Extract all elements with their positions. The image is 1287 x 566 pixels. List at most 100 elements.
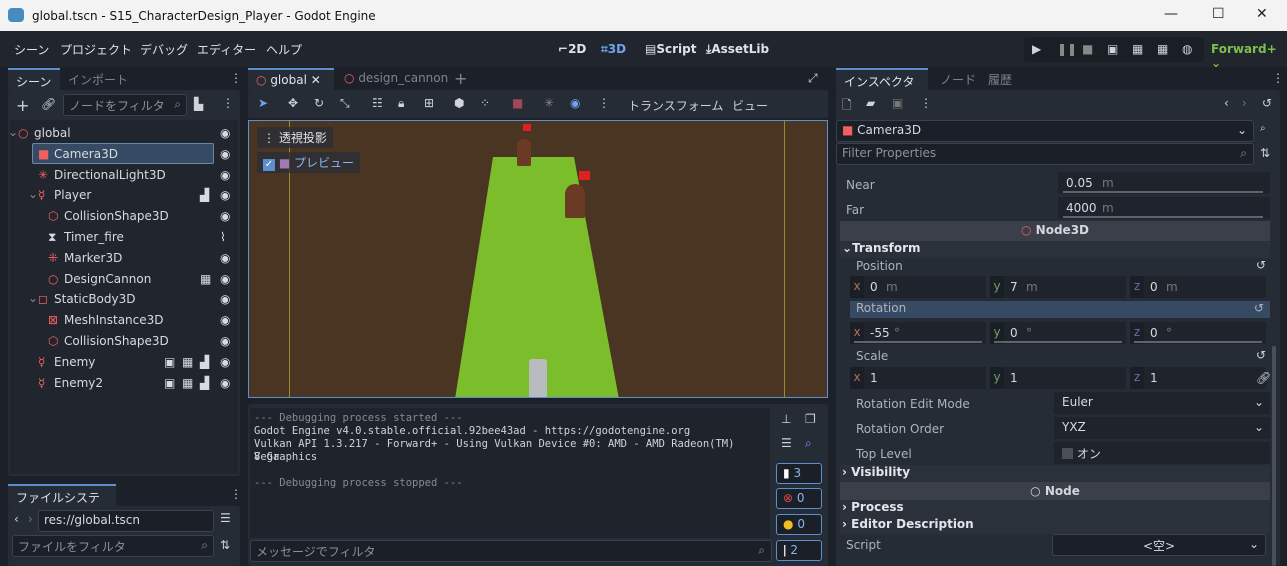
view-menu[interactable]: ビュー bbox=[732, 97, 768, 114]
property-tools-icon[interactable]: ⇅ bbox=[1260, 146, 1270, 160]
visibility-eye-icon[interactable]: ◉ bbox=[220, 355, 230, 369]
path-input[interactable]: res://global.tscn bbox=[38, 510, 214, 532]
close-button[interactable]: ✕ bbox=[1256, 6, 1268, 22]
far-slider[interactable] bbox=[1063, 216, 1263, 218]
rotation-y-slider[interactable] bbox=[994, 341, 1122, 343]
search-icon[interactable]: ⌕ bbox=[805, 436, 812, 451]
lock-icon[interactable]: 🔒︎ bbox=[398, 96, 404, 111]
process-section[interactable]: › Process bbox=[840, 500, 1270, 517]
reset-icon[interactable]: ↺ bbox=[1254, 301, 1264, 315]
mode-assetlib-button[interactable]: ⤓AssetLib bbox=[706, 42, 769, 57]
tree-item[interactable]: ⌄ ☿ Player ▟ ◉ bbox=[10, 185, 238, 206]
signal-icon[interactable]: ⌇ bbox=[220, 230, 226, 244]
scene-icon[interactable]: ▦ bbox=[182, 376, 193, 390]
stop-icon[interactable]: ■ bbox=[1082, 42, 1093, 56]
more-icon[interactable]: ⋮ bbox=[920, 96, 932, 110]
scene-icon[interactable]: ▦ bbox=[200, 272, 211, 286]
visibility-eye-icon[interactable]: ◉ bbox=[220, 209, 230, 223]
play-scene-icon[interactable]: ▦ bbox=[1132, 42, 1143, 56]
rotation-y-field[interactable]: y 0 ° bbox=[990, 322, 1126, 344]
visibility-eye-icon[interactable]: ◉ bbox=[220, 292, 230, 306]
new-resource-icon[interactable]: 🗋︎ bbox=[842, 96, 852, 117]
scene-icon[interactable]: ▦ bbox=[182, 355, 193, 369]
tree-item[interactable]: ⊠ MeshInstance3D ◉ bbox=[10, 310, 238, 331]
remote-debug-icon[interactable]: ▣ bbox=[1107, 42, 1118, 56]
transform-section[interactable]: ⌄Transform bbox=[840, 241, 1270, 258]
menu-scene[interactable]: シーン bbox=[14, 41, 49, 58]
dock-menu-icon[interactable]: ⋮ bbox=[230, 71, 242, 85]
position-z-field[interactable]: z0m bbox=[1130, 276, 1266, 298]
tab-filesystem[interactable]: ファイルシステム bbox=[8, 484, 116, 522]
tree-item[interactable]: ⌄ ◻ StaticBody3D ◉ bbox=[10, 289, 238, 310]
movie-maker-icon[interactable]: ◍ bbox=[1182, 42, 1192, 56]
scale-tool-icon[interactable]: ⤡ bbox=[340, 96, 350, 111]
camera-preview-icon[interactable]: ■ bbox=[512, 96, 523, 110]
position-y-field[interactable]: y7m bbox=[990, 276, 1126, 298]
tree-item[interactable]: ■ Camera3D ◉ bbox=[10, 142, 238, 165]
viewport-3d[interactable]: ⋮ 透視投影 ✓ ■ プレビュー bbox=[248, 120, 828, 398]
minimize-button[interactable]: — bbox=[1164, 6, 1178, 22]
node-selector[interactable]: ■ Camera3D ⌄ bbox=[836, 120, 1254, 142]
tree-item[interactable]: ⁜ Marker3D ◉ bbox=[10, 248, 238, 269]
move-tool-icon[interactable]: ✥ bbox=[288, 96, 298, 110]
file-filter-input[interactable]: ファイルをフィルタ ⌕ bbox=[12, 535, 214, 557]
scale-z-field[interactable]: z1 bbox=[1130, 367, 1266, 389]
editor-description-section[interactable]: › Editor Description bbox=[840, 517, 1270, 534]
chevron-down-icon[interactable]: ⌄ bbox=[8, 125, 18, 139]
visibility-eye-icon[interactable]: ◉ bbox=[220, 126, 230, 140]
near-slider[interactable] bbox=[1063, 191, 1263, 193]
tab-import[interactable]: インポート bbox=[60, 68, 136, 90]
dock-menu-icon[interactable]: ⋮ bbox=[1272, 71, 1284, 85]
script-icon[interactable]: ▟ bbox=[200, 355, 209, 369]
list-select-icon[interactable]: ☷ bbox=[372, 96, 383, 110]
link-icon[interactable]: 🔗︎ bbox=[1256, 371, 1271, 385]
property-filter-input[interactable]: Filter Properties ⌕ bbox=[836, 143, 1254, 165]
message-filter-input[interactable]: メッセージでフィルタ ⌕ bbox=[250, 540, 772, 562]
visibility-section[interactable]: › Visibility bbox=[840, 465, 1270, 482]
rotation-x-field[interactable]: x -55 ° bbox=[850, 322, 986, 344]
rotation-z-slider[interactable] bbox=[1134, 341, 1262, 343]
visibility-eye-icon[interactable]: ◉ bbox=[220, 376, 230, 390]
save-icon[interactable]: ▣ bbox=[892, 96, 903, 110]
tree-item[interactable]: ☿ Enemy2 ▟ ▦ ▣ ◉ bbox=[10, 373, 238, 394]
menu-editor[interactable]: エディター bbox=[197, 41, 256, 58]
sort-icon[interactable]: ⇅ bbox=[220, 538, 230, 552]
tree-item[interactable]: ○ DesignCannon ▦ ◉ bbox=[10, 269, 238, 290]
add-tab-icon[interactable]: + bbox=[454, 69, 467, 88]
dock-menu-icon[interactable]: ⋮ bbox=[230, 487, 242, 501]
split-view-icon[interactable]: ☰ bbox=[220, 511, 231, 525]
mode-script-button[interactable]: ▤Script bbox=[645, 42, 696, 56]
object-history-icon[interactable]: ↺ bbox=[1262, 96, 1272, 110]
group-icon[interactable]: ▣ bbox=[164, 355, 175, 369]
tab-global[interactable]: ○ global ✕ bbox=[248, 68, 334, 90]
tree-item[interactable]: ⌄ ○ global ◉ bbox=[8, 123, 238, 144]
add-node-icon[interactable]: + bbox=[16, 96, 29, 115]
rotation-z-field[interactable]: z 0 ° bbox=[1130, 322, 1266, 344]
open-folder-icon[interactable]: ▰ bbox=[866, 96, 875, 110]
perspective-menu[interactable]: ⋮ 透視投影 bbox=[257, 127, 333, 148]
script-icon[interactable]: ▟ bbox=[200, 376, 209, 390]
visibility-eye-icon[interactable]: ◉ bbox=[220, 188, 230, 202]
clear-output-icon[interactable]: ⊥ bbox=[781, 412, 791, 426]
group-icon[interactable]: ⊞ bbox=[424, 96, 434, 110]
scale-x-field[interactable]: x1 bbox=[850, 367, 986, 389]
rotation-row[interactable]: Rotation ↺ bbox=[850, 301, 1270, 318]
tree-item[interactable]: ⬡ CollisionShape3D ◉ bbox=[10, 331, 238, 352]
visibility-eye-icon[interactable]: ◉ bbox=[220, 272, 230, 286]
renderer-select[interactable]: Forward+ ⌄ bbox=[1211, 42, 1287, 70]
tree-item[interactable]: ✳ DirectionalLight3D ◉ bbox=[10, 165, 238, 186]
scrollbar[interactable] bbox=[1272, 346, 1276, 566]
far-field[interactable]: 4000 m bbox=[1058, 197, 1270, 219]
error-count-button[interactable]: ⊗ 0 bbox=[776, 488, 822, 509]
camera-preview-toggle[interactable]: ✓ ■ プレビュー bbox=[257, 152, 361, 173]
tab-inspector[interactable]: インスペクター bbox=[836, 68, 928, 106]
position-x-field[interactable]: x0m bbox=[850, 276, 986, 298]
more-icon[interactable]: ⋮ bbox=[222, 96, 234, 110]
visibility-eye-icon[interactable]: ◉ bbox=[220, 334, 230, 348]
visibility-eye-icon[interactable]: ◉ bbox=[220, 147, 230, 161]
rotation-edit-mode-select[interactable]: Euler ⌄ bbox=[1054, 392, 1270, 414]
transform-menu[interactable]: トランスフォーム bbox=[628, 97, 723, 114]
play-icon[interactable]: ▶ bbox=[1032, 42, 1041, 56]
environment-icon[interactable]: ◉ bbox=[570, 96, 580, 110]
tree-item[interactable]: ⬡ CollisionShape3D ◉ bbox=[10, 206, 238, 227]
